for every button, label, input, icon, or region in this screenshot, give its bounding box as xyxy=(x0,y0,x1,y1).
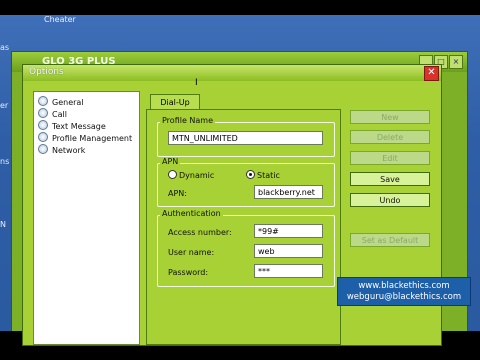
desktop-icon-label[interactable]: ns xyxy=(0,157,9,166)
nav-item-text-message[interactable]: Text Message xyxy=(38,120,106,131)
access-number-input[interactable]: *99# xyxy=(254,224,323,238)
setting-icon xyxy=(38,96,48,106)
dialog-titlebar: Options ✕ xyxy=(23,65,441,81)
tab-dial-up[interactable]: Dial-Up xyxy=(150,94,200,110)
options-nav-list: General Call Text Message Profile Manage… xyxy=(33,91,140,345)
edit-button[interactable]: Edit xyxy=(350,151,430,165)
apn-label: APN: xyxy=(168,189,187,198)
desktop-icon-label[interactable]: er xyxy=(0,101,8,110)
desktop-icon-label[interactable]: as xyxy=(0,43,9,52)
desktop-top-text: Сheater xyxy=(44,15,76,24)
watermark-email: webguru@blackethics.com xyxy=(346,292,462,302)
radio-selected-icon xyxy=(246,170,255,179)
nav-item-general[interactable]: General xyxy=(38,96,84,107)
authentication-group: Authentication Access number: *99# User … xyxy=(157,209,335,287)
watermark-url: www.blackethics.com xyxy=(358,281,450,291)
group-title: APN xyxy=(160,157,181,166)
dynamic-radio[interactable]: Dynamic xyxy=(168,170,214,180)
access-number-label: Access number: xyxy=(168,228,232,237)
text-cursor-icon: I xyxy=(195,78,198,88)
profile-name-input[interactable]: MTN_UNLIMITED xyxy=(168,131,323,145)
watermark-box: www.blackethics.com webguru@blackethics.… xyxy=(337,277,471,306)
password-label: Password: xyxy=(168,268,209,277)
save-button[interactable]: Save xyxy=(350,172,430,186)
setting-icon xyxy=(38,132,48,142)
nav-item-profile-management[interactable]: Profile Management xyxy=(38,132,132,143)
user-name-input[interactable]: web xyxy=(254,244,323,258)
close-button[interactable]: × xyxy=(449,55,463,69)
group-title: Profile Name xyxy=(160,116,216,125)
group-title: Authentication xyxy=(160,209,223,218)
radio-icon xyxy=(168,170,177,179)
apn-group: APN Dynamic Static APN: blackberry.net xyxy=(157,157,335,207)
dialog-close-button[interactable]: ✕ xyxy=(424,66,439,81)
profile-name-group: Profile Name MTN_UNLIMITED xyxy=(157,116,335,157)
static-radio[interactable]: Static xyxy=(246,170,280,180)
apn-input[interactable]: blackberry.net xyxy=(254,185,323,199)
user-name-label: User name: xyxy=(168,248,215,257)
setting-icon xyxy=(38,108,48,118)
setting-icon xyxy=(38,144,48,154)
dialog-title: Options xyxy=(29,67,64,77)
nav-item-network[interactable]: Network xyxy=(38,144,85,155)
delete-button[interactable]: Delete xyxy=(350,130,430,144)
desktop-icon-label[interactable]: N xyxy=(0,220,6,229)
password-input[interactable]: *** xyxy=(254,264,323,278)
new-button[interactable]: New xyxy=(350,110,430,124)
undo-button[interactable]: Undo xyxy=(350,193,430,207)
nav-item-call[interactable]: Call xyxy=(38,108,67,119)
set-as-default-button[interactable]: Set as Default xyxy=(350,233,430,247)
setting-icon xyxy=(38,120,48,130)
